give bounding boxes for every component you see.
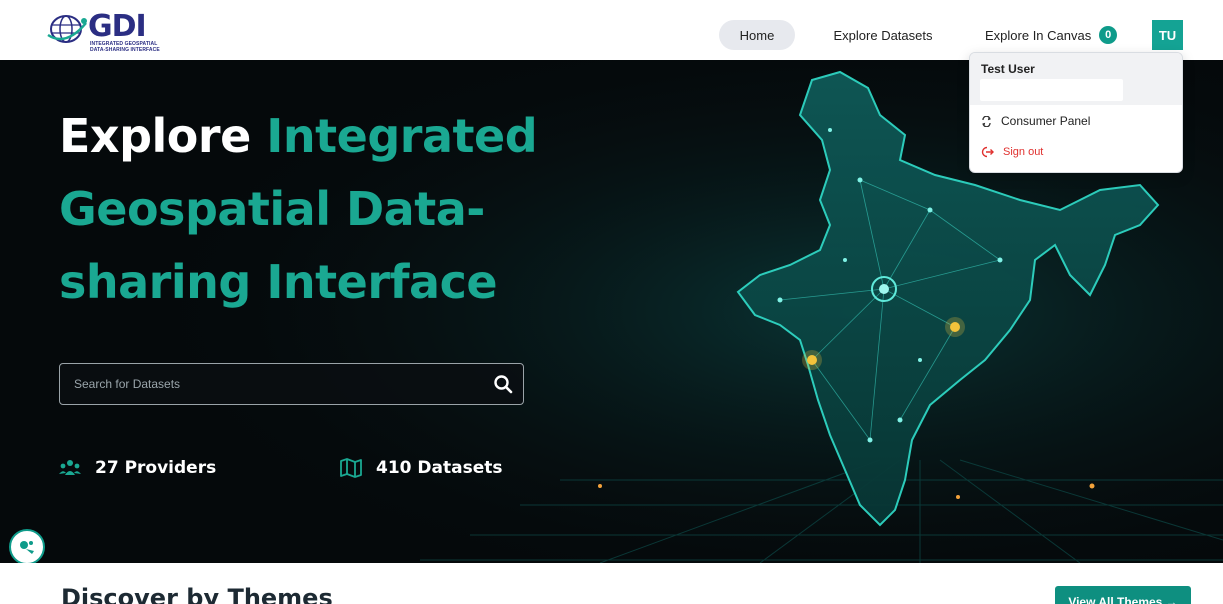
globe-logo-icon xyxy=(47,15,87,43)
view-all-themes-button[interactable]: View All Themes → xyxy=(1055,586,1191,604)
sign-out-label: Sign out xyxy=(1003,146,1044,158)
discover-themes-title: Discover by Themes xyxy=(61,584,333,604)
canvas-count-badge: 0 xyxy=(1099,26,1118,44)
nav-home[interactable]: Home xyxy=(719,20,795,50)
nav-explore-canvas[interactable]: Explore In Canvas 0 xyxy=(985,20,1118,50)
nav-explore-datasets[interactable]: Explore Datasets xyxy=(820,20,946,50)
swap-icon xyxy=(982,115,991,127)
search-icon[interactable] xyxy=(493,374,513,394)
assistant-button[interactable] xyxy=(9,529,45,563)
consumer-panel-menu-item[interactable]: Consumer Panel xyxy=(981,113,1090,129)
search-input[interactable] xyxy=(74,364,474,404)
nav-explore-canvas-label: Explore In Canvas xyxy=(985,27,1092,43)
providers-count: 27 Providers xyxy=(95,458,217,478)
user-email-field xyxy=(980,79,1123,101)
logo-wordmark: GDI xyxy=(88,9,147,44)
user-avatar[interactable]: TU xyxy=(1152,20,1183,50)
map-icon xyxy=(340,458,362,478)
consumer-panel-label: Consumer Panel xyxy=(1001,114,1091,128)
hero-title-white: Explore xyxy=(59,109,251,163)
user-menu-dropdown: Test User Consumer Panel Sign out xyxy=(969,52,1183,173)
datasets-count: 410 Datasets xyxy=(376,458,503,478)
datasets-stat: 410 Datasets xyxy=(340,456,502,480)
user-name: Test User xyxy=(981,62,1035,76)
hero-title: Explore Integrated Geospatial Data-shari… xyxy=(59,100,579,319)
logo-subtitle: INTEGRATED GEOSPATIAL DATA-SHARING INTER… xyxy=(90,41,160,53)
dataset-search-box xyxy=(59,363,524,405)
sign-out-icon xyxy=(981,146,994,158)
user-menu-header: Test User xyxy=(970,53,1182,105)
users-icon xyxy=(59,460,81,475)
sign-out-menu-item[interactable]: Sign out xyxy=(981,144,1043,160)
top-header: GDI INTEGRATED GEOSPATIAL DATA-SHARING I… xyxy=(0,0,1223,60)
gdi-logo[interactable]: GDI INTEGRATED GEOSPATIAL DATA-SHARING I… xyxy=(46,9,166,55)
assistant-icon xyxy=(20,541,34,554)
providers-stat: 27 Providers xyxy=(59,456,216,480)
